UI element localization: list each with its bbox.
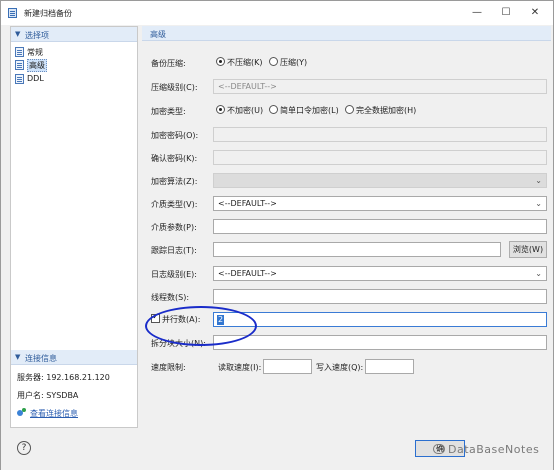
media-type-select[interactable]: <--DEFAULT--> ⌄ xyxy=(213,196,547,211)
radio-dot xyxy=(269,105,278,114)
maximize-button[interactable]: ☐ xyxy=(499,6,513,20)
compress-level-select[interactable]: <--DEFAULT--> xyxy=(213,79,547,94)
options-section-header[interactable]: ▼ 选择项 xyxy=(11,27,137,42)
confirm-password-field[interactable] xyxy=(213,150,547,165)
options-section-title: 选择项 xyxy=(25,31,49,40)
backup-dialog: 新建归档备份 — ☐ ✕ ▼ 选择项 常规 高级 DDL ▼ 连接信息 服务器:… xyxy=(0,0,554,470)
write-speed-label: 写入速度(Q): xyxy=(316,363,364,372)
thread-count-label: 线程数(S): xyxy=(151,293,190,302)
chevron-down-icon: ⌄ xyxy=(535,199,542,208)
radio-dot xyxy=(216,105,225,114)
simple-password-encrypt-radio[interactable]: 简单口令加密(L) xyxy=(269,105,339,116)
no-encrypt-radio[interactable]: 不加密(U) xyxy=(216,105,263,116)
select-value: <--DEFAULT--> xyxy=(218,199,277,208)
media-params-field[interactable] xyxy=(213,219,547,234)
connection-section-header[interactable]: ▼ 连接信息 xyxy=(11,350,137,365)
chevron-down-icon: ⌄ xyxy=(535,269,542,278)
encrypt-type-label: 加密类型: xyxy=(151,107,186,116)
split-size-field[interactable] xyxy=(213,335,547,350)
speed-limit-label: 速度限制: xyxy=(151,363,186,372)
encrypt-algorithm-label: 加密算法(Z): xyxy=(151,177,198,186)
connection-section-title: 连接信息 xyxy=(25,354,57,363)
log-level-select[interactable]: <--DEFAULT--> ⌄ xyxy=(213,266,547,281)
panel-title: 高级 xyxy=(150,30,166,39)
window-title: 新建归档备份 xyxy=(24,9,72,18)
encrypt-password-label: 加密密码(O): xyxy=(151,131,199,140)
read-speed-field[interactable] xyxy=(263,359,312,374)
media-type-label: 介质类型(V): xyxy=(151,200,198,209)
confirm-password-label: 确认密码(K): xyxy=(151,154,198,163)
app-icon xyxy=(8,8,17,18)
advanced-settings-panel: 高级 备份压缩: 不压缩(K) 压缩(Y) 压缩级别(C): <--DEFAUL… xyxy=(142,26,551,428)
trace-log-label: 跟踪日志(T): xyxy=(151,246,197,255)
read-speed-label: 读取速度(I): xyxy=(218,363,262,372)
log-level-label: 日志级别(E): xyxy=(151,270,197,279)
wechat-icon xyxy=(433,444,445,454)
view-connection-label: 查看连接信息 xyxy=(30,409,78,418)
panel-header: 高级 xyxy=(142,26,551,41)
backup-compress-label: 备份压缩: xyxy=(151,59,186,68)
help-icon[interactable]: ? xyxy=(17,441,31,455)
minimize-button[interactable]: — xyxy=(470,6,484,20)
watermark-text: DataBaseNotes xyxy=(448,443,540,456)
left-panel: ▼ 选择项 常规 高级 DDL ▼ 连接信息 服务器: 192.168.21.1… xyxy=(10,26,138,428)
sidebar-item-advanced[interactable]: 高级 xyxy=(13,59,133,72)
server-info: 服务器: 192.168.21.120 xyxy=(17,373,110,382)
radio-label: 不压缩(K) xyxy=(227,58,263,67)
browse-button[interactable]: 浏览(W) xyxy=(509,241,547,258)
page-icon xyxy=(15,74,24,84)
radio-label: 完全数据加密(H) xyxy=(356,106,417,115)
select-value: <--DEFAULT--> xyxy=(218,82,277,91)
connection-icon xyxy=(17,408,27,417)
thread-count-field[interactable] xyxy=(213,289,547,304)
radio-dot xyxy=(345,105,354,114)
radio-label: 压缩(Y) xyxy=(280,58,308,67)
page-icon xyxy=(15,47,24,57)
sidebar-item-label: 高级 xyxy=(27,59,47,72)
user-info: 用户名: SYSDBA xyxy=(17,391,79,400)
annotation-circle xyxy=(145,306,257,346)
encrypt-password-field[interactable] xyxy=(213,127,547,142)
radio-label: 不加密(U) xyxy=(227,106,264,115)
radio-dot xyxy=(269,57,278,66)
view-connection-link[interactable]: 查看连接信息 xyxy=(17,408,78,419)
sidebar-item-label: DDL xyxy=(27,74,44,83)
media-params-label: 介质参数(P): xyxy=(151,223,197,232)
compress-radio[interactable]: 压缩(Y) xyxy=(269,57,307,68)
title-bar: 新建归档备份 — ☐ ✕ xyxy=(1,1,553,25)
trace-log-field[interactable] xyxy=(213,242,501,257)
sidebar-item-label: 常规 xyxy=(27,48,43,57)
no-compress-radio[interactable]: 不压缩(K) xyxy=(216,57,263,68)
select-value: <--DEFAULT--> xyxy=(218,269,277,278)
sidebar-item-general[interactable]: 常规 xyxy=(13,46,133,58)
sidebar-item-ddl[interactable]: DDL xyxy=(13,73,133,85)
chevron-down-icon: ▼ xyxy=(15,353,21,361)
close-button[interactable]: ✕ xyxy=(528,6,542,20)
radio-label: 简单口令加密(L) xyxy=(280,106,339,115)
dialog-footer: ? 确 DataBaseNotes xyxy=(1,430,553,470)
parallel-count-field[interactable]: 2 xyxy=(213,312,547,327)
chevron-down-icon: ⌄ xyxy=(535,176,542,185)
watermark: DataBaseNotes xyxy=(433,443,539,456)
write-speed-field[interactable] xyxy=(365,359,414,374)
chevron-down-icon: ▼ xyxy=(15,30,21,38)
radio-dot xyxy=(216,57,225,66)
page-icon xyxy=(15,60,24,70)
full-data-encrypt-radio[interactable]: 完全数据加密(H) xyxy=(345,105,416,116)
encrypt-algorithm-select[interactable]: ⌄ xyxy=(213,173,547,188)
compress-level-label: 压缩级别(C): xyxy=(151,83,198,92)
